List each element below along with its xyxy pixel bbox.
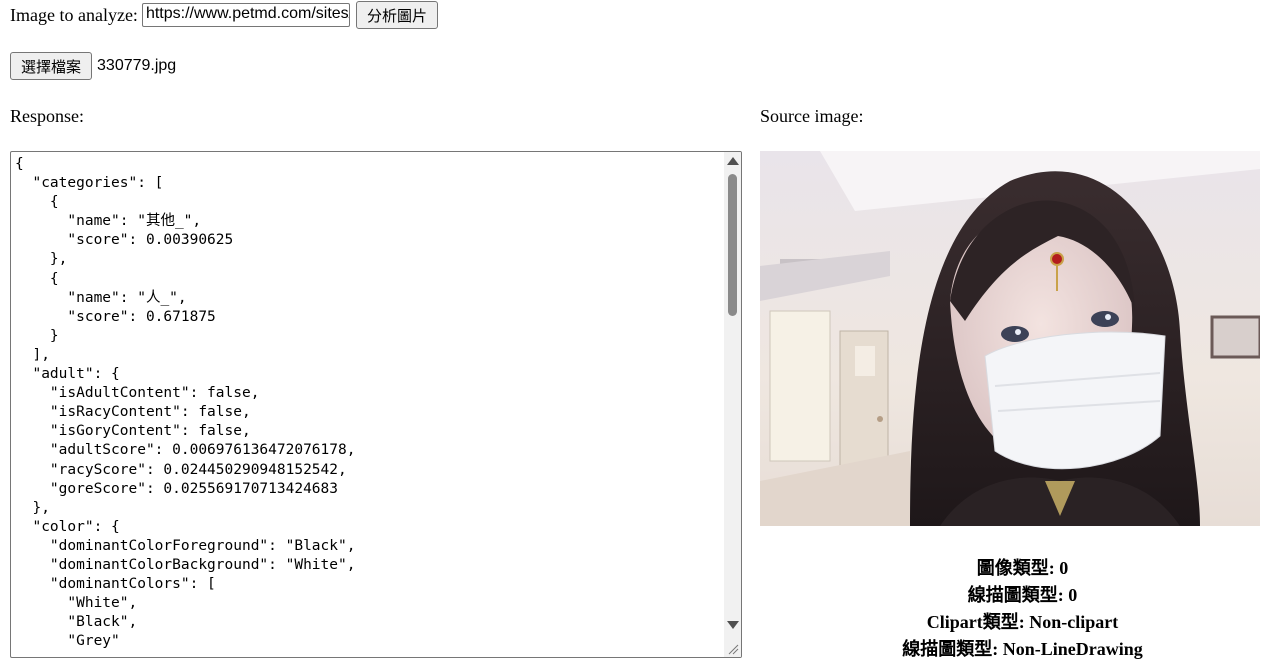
response-label: Response: <box>10 106 84 126</box>
source-image-label: Source image: <box>760 106 864 126</box>
source-image <box>760 151 1260 526</box>
response-textarea[interactable]: { "categories": [ { "name": "其他_", "scor… <box>10 151 742 658</box>
line-drawing-type-name-text: 線描圖類型: Non-LineDrawing <box>902 639 1143 659</box>
response-json-text: { "categories": [ { "name": "其他_", "scor… <box>15 156 356 650</box>
scrollbar-thumb[interactable] <box>728 174 737 316</box>
image-url-row: Image to analyze: https://www.petmd.com/… <box>10 1 438 29</box>
choose-file-button[interactable]: 選擇檔案 <box>10 52 93 80</box>
image-type-text: 圖像類型: 0 <box>976 558 1069 578</box>
image-type-info: 圖像類型: 0 線描圖類型: 0 Clipart類型: Non-clipart … <box>760 555 1262 663</box>
scroll-up-arrow-icon[interactable] <box>727 157 739 165</box>
line-drawing-type-text: 線描圖類型: 0 <box>967 585 1078 605</box>
resize-grip-icon[interactable] <box>724 640 741 657</box>
file-chooser-row: 選擇檔案 330779.jpg <box>10 52 176 80</box>
image-url-input[interactable]: https://www.petmd.com/sites/default/file… <box>141 3 350 27</box>
image-url-label: Image to analyze: <box>10 4 138 25</box>
clipart-type-text: Clipart類型: Non-clipart <box>926 612 1119 632</box>
selected-file-name: 330779.jpg <box>97 57 177 74</box>
analyze-button[interactable]: 分析圖片 <box>355 1 438 29</box>
vertical-scrollbar[interactable] <box>724 152 741 657</box>
scroll-down-arrow-icon[interactable] <box>727 621 739 629</box>
